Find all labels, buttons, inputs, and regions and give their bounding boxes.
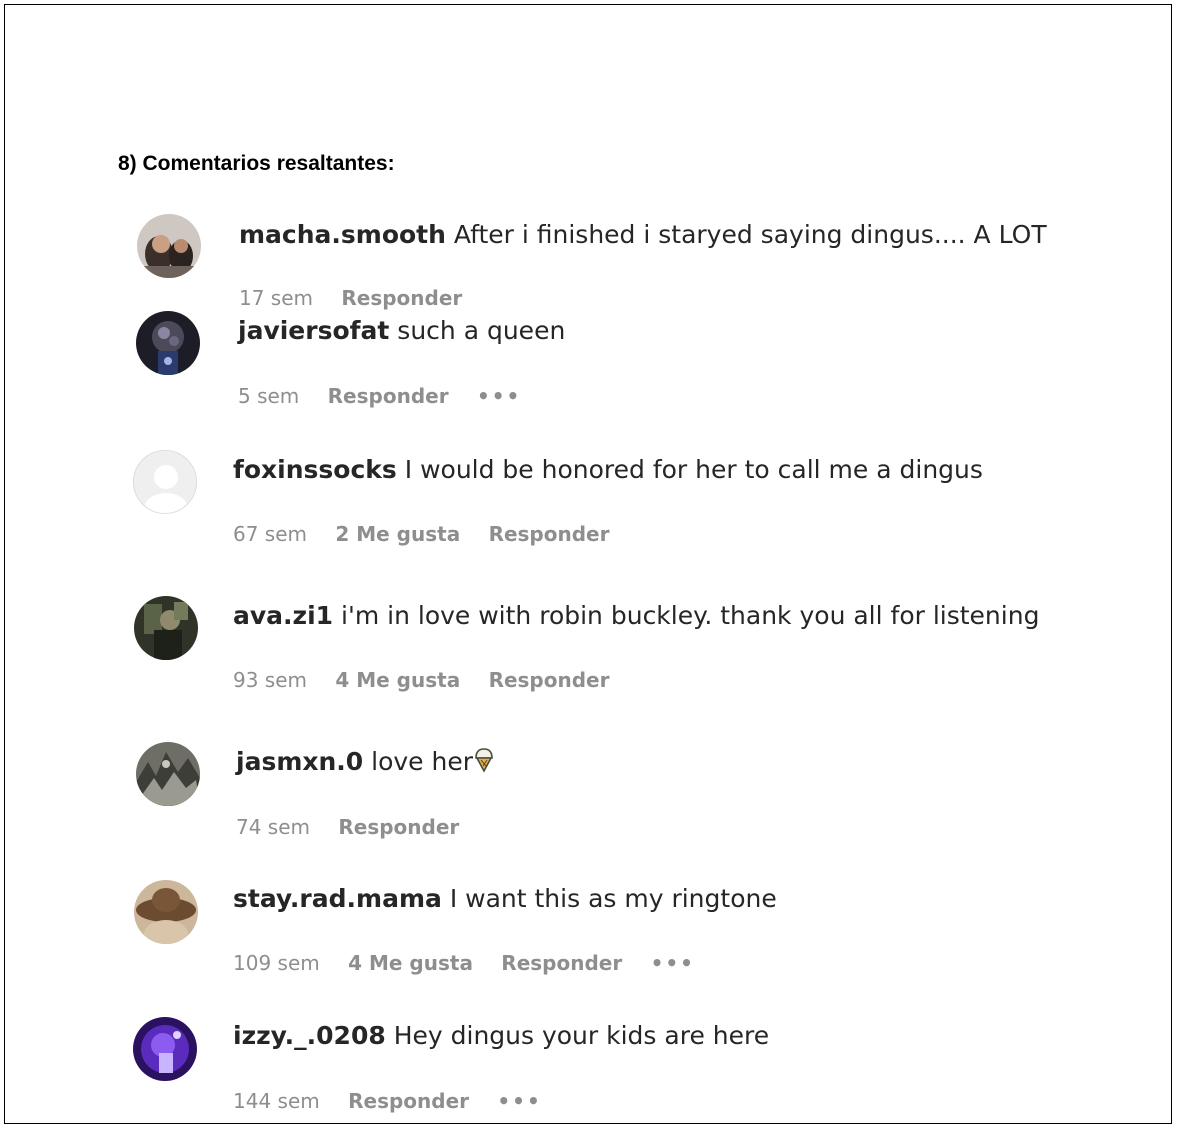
reply-button[interactable]: Responder [338, 815, 459, 839]
comment-body: i'm in love with robin buckley. thank yo… [341, 601, 1040, 630]
comment-meta: 5 sem Responder ••• [238, 384, 543, 408]
avatar[interactable] [134, 596, 198, 660]
like-count[interactable]: 2 Me gusta [335, 522, 460, 546]
comment-time[interactable]: 5 sem [238, 384, 299, 408]
reply-button[interactable]: Responder [501, 951, 622, 975]
comment-time[interactable]: 93 sem [233, 668, 307, 692]
comment-body: I would be honored for her to call me a … [404, 455, 983, 484]
reply-button[interactable]: Responder [489, 522, 610, 546]
comment-meta: 67 sem 2 Me gusta Responder [233, 522, 631, 546]
username[interactable]: stay.rad.mama [233, 884, 442, 913]
comment-time[interactable]: 109 sem [233, 951, 320, 975]
like-count[interactable]: 4 Me gusta [348, 951, 473, 975]
reply-button[interactable]: Responder [328, 384, 449, 408]
comment-time[interactable]: 67 sem [233, 522, 307, 546]
comment-meta: 109 sem 4 Me gusta Responder ••• [233, 951, 717, 975]
comment-meta: 144 sem Responder ••• [233, 1089, 564, 1113]
username[interactable]: jasmxn.0 [236, 747, 363, 776]
reply-button[interactable]: Responder [489, 668, 610, 692]
comment-body: love her [371, 747, 474, 776]
reply-button[interactable]: Responder [341, 286, 462, 310]
comment-time[interactable]: 17 sem [239, 286, 313, 310]
comment-body: After i finished i staryed saying dingus… [453, 220, 1047, 249]
avatar[interactable] [137, 214, 201, 278]
username[interactable]: macha.smooth [239, 220, 446, 249]
avatar[interactable] [134, 880, 198, 944]
comment-meta: 17 sem Responder [239, 286, 484, 310]
avatar[interactable] [136, 311, 200, 375]
username[interactable]: ava.zi1 [233, 601, 333, 630]
like-count[interactable]: 4 Me gusta [335, 668, 460, 692]
section-heading: 8) Comentarios resaltantes: [118, 152, 395, 175]
comment-body: I want this as my ringtone [449, 884, 777, 913]
avatar[interactable] [133, 1017, 197, 1081]
reply-button[interactable]: Responder [348, 1089, 469, 1113]
more-options-icon[interactable]: ••• [477, 384, 521, 408]
comment-time[interactable]: 144 sem [233, 1089, 320, 1113]
username[interactable]: foxinssocks [233, 455, 397, 484]
comment-time[interactable]: 74 sem [236, 815, 310, 839]
username[interactable]: izzy._.0208 [233, 1021, 386, 1050]
username[interactable]: javiersofat [238, 316, 389, 345]
avatar[interactable] [136, 742, 200, 806]
comment-body: such a queen [397, 316, 566, 345]
ice-cream-icon [473, 747, 495, 779]
default-avatar[interactable] [133, 450, 197, 514]
comment-meta: 93 sem 4 Me gusta Responder [233, 668, 631, 692]
comment-meta: 74 sem Responder [236, 815, 481, 839]
comment-body: Hey dingus your kids are here [393, 1021, 770, 1050]
more-options-icon[interactable]: ••• [651, 951, 695, 975]
more-options-icon[interactable]: ••• [497, 1089, 541, 1113]
